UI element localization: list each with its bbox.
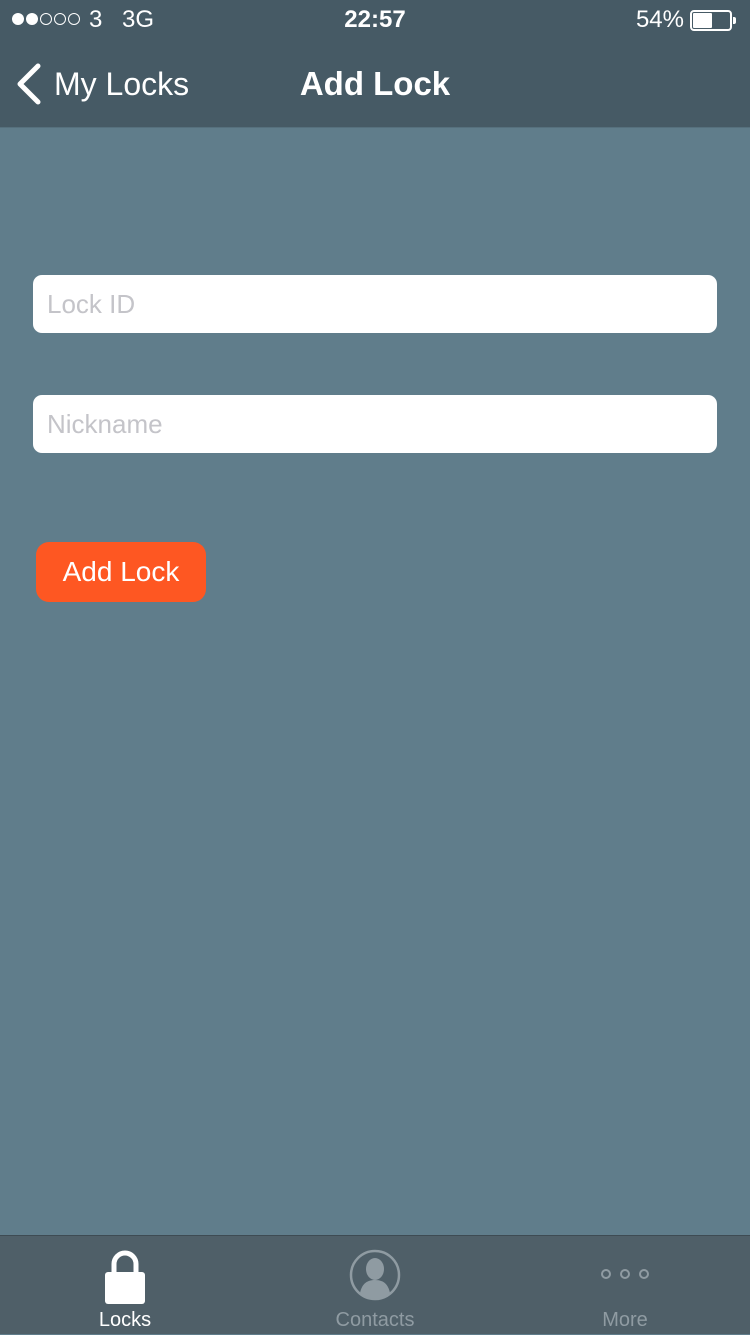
battery-percent: 54% [635, 6, 684, 33]
nickname-input[interactable] [33, 395, 717, 453]
tab-locks[interactable]: Locks [0, 1236, 250, 1335]
tab-bar: Locks Contacts More [0, 1235, 750, 1334]
tab-label: Contacts [335, 1309, 415, 1331]
lock-id-input[interactable] [33, 275, 717, 333]
contacts-icon [349, 1249, 401, 1301]
lock-icon [105, 1250, 145, 1304]
add-lock-button[interactable]: Add Lock [36, 542, 206, 602]
tab-label: Locks [98, 1309, 152, 1331]
more-icon [601, 1269, 649, 1279]
page-title: Add Lock [299, 65, 451, 102]
navigation-header: 3 3G 22:57 54% My Locks Add Lock [0, 0, 750, 128]
battery-cap [733, 17, 736, 24]
battery-level-fill [693, 13, 712, 28]
tab-contacts[interactable]: Contacts [250, 1236, 500, 1335]
tab-label: More [602, 1309, 648, 1331]
status-bar: 3 3G 22:57 54% [0, 0, 750, 40]
battery-icon [690, 10, 736, 31]
tab-more[interactable]: More [500, 1236, 750, 1335]
